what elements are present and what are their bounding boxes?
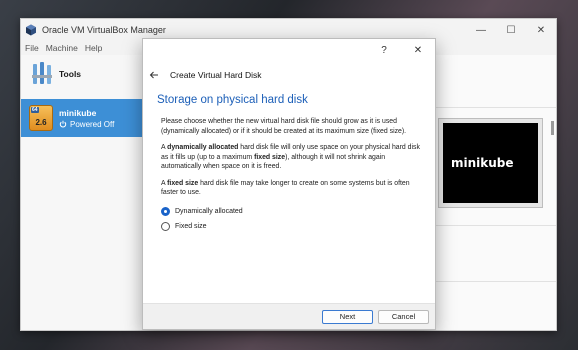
intro-paragraph: Please choose whether the new virtual ha… xyxy=(161,118,407,135)
vm-status-label: Powered Off xyxy=(70,119,115,129)
details-scrollbar[interactable] xyxy=(551,121,554,135)
manager-title: Oracle VM VirtualBox Manager xyxy=(42,25,166,35)
menu-help[interactable]: Help xyxy=(85,43,102,53)
option-label: Dynamically allocated xyxy=(175,208,243,215)
power-off-icon xyxy=(59,120,67,128)
machine-list-panel: Tools 64 2.6 minikube Powered Off xyxy=(21,55,145,330)
vm-preview: minikube xyxy=(438,118,543,208)
dialog-close-button[interactable]: ✕ xyxy=(401,39,435,61)
details-divider xyxy=(432,107,556,108)
vm-badge-arch: 64 xyxy=(31,107,39,113)
wizard-title: Create Virtual Hard Disk xyxy=(170,70,262,80)
close-window-button[interactable]: ✕ xyxy=(526,19,556,41)
minimize-button[interactable]: — xyxy=(466,19,496,41)
next-button[interactable]: Next xyxy=(322,309,373,324)
vm-preview-screen: minikube xyxy=(443,123,538,203)
fixed-description: A fixed size hard disk file may take lon… xyxy=(161,179,410,197)
create-virtual-hard-disk-dialog: ? ✕ Create Virtual Hard Disk Storage on … xyxy=(142,38,436,330)
vm-os-badge-icon: 64 2.6 xyxy=(29,105,53,131)
dialog-footer: Next Cancel xyxy=(143,303,435,329)
option-dynamically-allocated[interactable]: Dynamically allocated xyxy=(161,205,421,219)
radio-fixed-size[interactable] xyxy=(161,222,170,231)
dialog-body: Please choose whether the new virtual ha… xyxy=(143,112,435,234)
virtualbox-logo-icon xyxy=(26,24,36,36)
option-fixed-size[interactable]: Fixed size xyxy=(161,220,421,234)
dynamic-description: A dynamically allocated hard disk file w… xyxy=(161,144,420,170)
wizard-header: Create Virtual Hard Disk xyxy=(143,61,435,89)
menu-file[interactable]: File xyxy=(25,43,39,53)
tools-item[interactable]: Tools xyxy=(21,55,144,93)
page-heading: Storage on physical hard disk xyxy=(157,94,308,106)
option-label: Fixed size xyxy=(175,223,207,230)
help-button[interactable]: ? xyxy=(367,39,401,61)
details-divider xyxy=(432,225,556,226)
vm-status: Powered Off xyxy=(59,120,114,129)
back-arrow-icon[interactable] xyxy=(149,70,159,80)
menu-machine[interactable]: Machine xyxy=(46,43,78,53)
vm-badge-version: 2.6 xyxy=(35,118,47,127)
maximize-button[interactable]: ☐ xyxy=(496,19,526,41)
tools-icon xyxy=(32,62,52,84)
vm-list-item-minikube[interactable]: 64 2.6 minikube Powered Off xyxy=(21,99,144,137)
vm-name: minikube xyxy=(59,107,97,118)
radio-dynamically-allocated[interactable] xyxy=(161,207,170,216)
dialog-titlebar: ? ✕ xyxy=(143,39,435,61)
cancel-button[interactable]: Cancel xyxy=(378,309,429,324)
details-divider xyxy=(432,281,556,282)
tools-label: Tools xyxy=(59,69,82,79)
